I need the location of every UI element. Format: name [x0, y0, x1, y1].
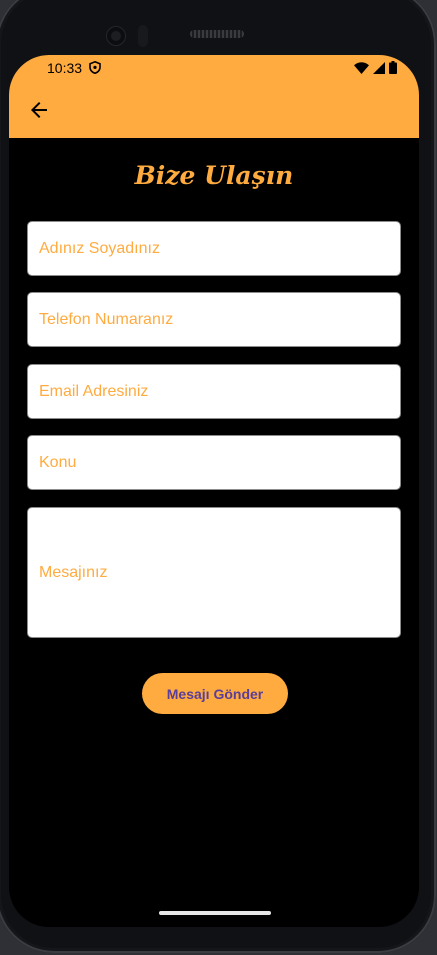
- screen: 10:33 Bize Ulaşın Adınız Soyadınız Telef…: [9, 55, 419, 927]
- app-bar: 10:33: [9, 55, 419, 138]
- device-frame: 10:33 Bize Ulaşın Adınız Soyadınız Telef…: [0, 0, 437, 955]
- email-placeholder: Email Adresiniz: [39, 382, 149, 400]
- phone-input[interactable]: Telefon Numaranız: [27, 292, 401, 347]
- message-placeholder: Mesajınız: [39, 563, 108, 581]
- earpiece-speaker: [190, 30, 244, 38]
- subject-placeholder: Konu: [39, 453, 77, 471]
- name-input[interactable]: Adınız Soyadınız: [27, 221, 401, 276]
- proximity-sensor: [138, 25, 148, 47]
- subject-input[interactable]: Konu: [27, 435, 401, 490]
- phone-placeholder: Telefon Numaranız: [39, 310, 174, 328]
- battery-icon: [389, 61, 397, 74]
- front-camera: [107, 27, 125, 45]
- status-time: 10:33: [47, 60, 83, 76]
- status-icons: [354, 61, 397, 74]
- page-title: Bize Ulaşın: [134, 161, 294, 190]
- message-textarea[interactable]: Mesajınız: [27, 507, 401, 638]
- home-indicator[interactable]: [159, 911, 271, 915]
- wifi-icon: [354, 62, 369, 74]
- shield-icon: [89, 61, 101, 74]
- send-message-button[interactable]: Mesajı Gönder: [142, 673, 288, 714]
- arrow-back-icon[interactable]: [27, 98, 51, 122]
- name-placeholder: Adınız Soyadınız: [39, 239, 160, 257]
- cellular-icon: [373, 62, 385, 74]
- email-input[interactable]: Email Adresiniz: [27, 364, 401, 419]
